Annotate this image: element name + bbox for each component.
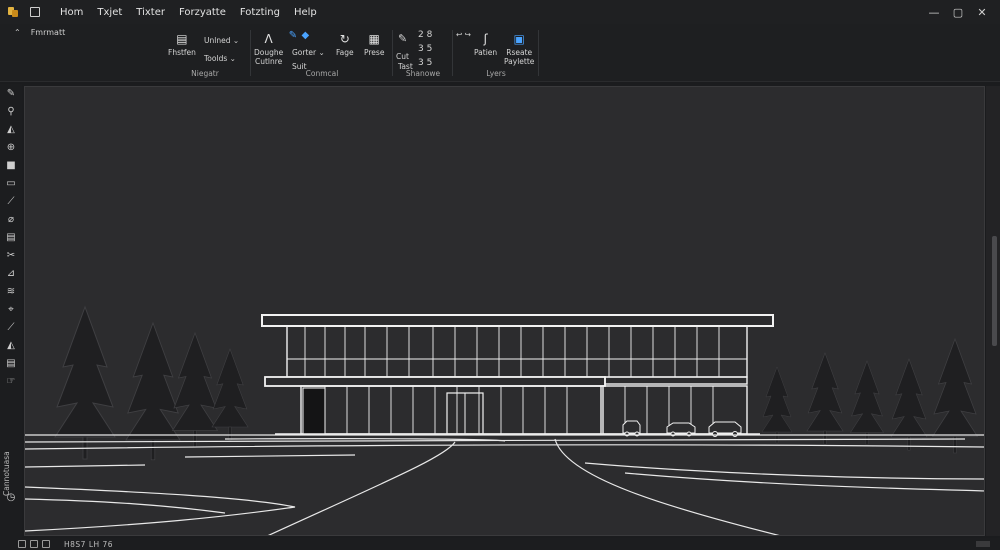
hook-icon: ʃ — [483, 32, 488, 46]
fill-icon: ◆ — [301, 29, 310, 41]
scissors-icon[interactable]: ✂ — [5, 250, 17, 262]
group-navigate-label: Niegatr — [191, 69, 219, 78]
patien-button[interactable]: ʃ Patien — [474, 32, 497, 57]
status-icons — [18, 540, 50, 548]
close-icon[interactable]: ✕ — [970, 6, 994, 19]
clipboard-icon: ▤ — [176, 32, 188, 46]
layers-icon[interactable]: ≋ — [5, 286, 17, 298]
status-right-controls — [976, 541, 990, 547]
eraser-icon[interactable]: ⌀ — [5, 214, 17, 226]
status-coordinates: H8S7 LH 76 — [64, 539, 114, 549]
prese-button[interactable]: ▦ Prese — [364, 32, 384, 57]
gorter-dropdown[interactable]: Gorter ⌄ — [292, 48, 325, 57]
stamp-icon[interactable]: ▤ — [5, 232, 17, 244]
layers-stack-icon: ▦ — [368, 32, 380, 46]
wand-icon[interactable]: ⟋ — [5, 322, 17, 334]
pen-tool-icon[interactable]: ✎ — [5, 88, 17, 100]
rectangle-tool-icon[interactable]: ■ — [5, 160, 17, 172]
building-sketch — [25, 306, 984, 535]
pencil-icon: ✎ — [398, 32, 408, 45]
frame-tool-icon[interactable]: ▭ — [5, 178, 17, 190]
cut-button[interactable]: Cut — [396, 52, 409, 61]
brush-tool-icon[interactable]: ⟋ — [5, 196, 17, 208]
pencil-tool[interactable]: ✎ — [398, 32, 407, 45]
pen-nib-icon: Λ — [264, 32, 273, 46]
brush-icon: ✎ — [288, 29, 298, 41]
vertical-scrollbar[interactable] — [986, 86, 1000, 536]
left-toolbar: ✎ ⚲ ◭ ⊕ ■ ▭ ⟋ ⌀ ▤ ✂ ⊿ ≋ ⌖ ⟋ ◭ ▤ ☞ Cannot… — [0, 84, 22, 540]
group-shadow-label: Shanowe — [405, 69, 441, 78]
tree-left-4 — [211, 348, 249, 441]
tree-right-5 — [932, 338, 978, 454]
status-bar: H8S7 LH 76 — [0, 538, 1000, 550]
group-control-label: Conmcal — [305, 69, 339, 78]
tree-left-3 — [172, 332, 218, 448]
ground-lines — [25, 434, 984, 535]
window-controls: — ▢ ✕ — [922, 0, 994, 24]
menu-home[interactable]: Hom — [60, 7, 83, 18]
tree-right-2 — [806, 352, 844, 445]
minimize-icon[interactable]: — — [922, 6, 946, 19]
smudge-icon[interactable]: ⌖ — [5, 304, 17, 316]
globe-icon[interactable]: ⊕ — [5, 142, 17, 154]
menu-forzyatte[interactable]: Forzyatte — [179, 7, 226, 18]
text-tool-icon[interactable]: ▤ — [5, 358, 17, 370]
collapse-icon[interactable]: ⌃ — [14, 28, 21, 37]
tree-right-4 — [890, 358, 928, 451]
shadow-value-top: 2 8 — [418, 30, 433, 40]
grid-icon[interactable] — [18, 540, 26, 548]
zoom-tool-icon[interactable]: ⚲ — [5, 106, 17, 118]
tree-left-2 — [125, 322, 181, 461]
app-logo-icon — [8, 6, 20, 18]
ribbon-tab-row: ⌃ Fmrmatt — [14, 28, 65, 37]
unlinked-dropdown[interactable]: Unlned ⌄ — [204, 36, 239, 45]
shadow-value-mid: 3 5 — [418, 44, 433, 54]
save-icon[interactable] — [30, 7, 40, 17]
menu-bar: Hom Txjet Tixter Forzyatte Fotzting Help — [60, 7, 331, 18]
tree-left-1 — [54, 306, 116, 460]
finished-button[interactable]: ▤ Fhstfen — [168, 32, 196, 57]
palette-grid-icon: ▣ — [513, 32, 525, 46]
eyedropper-icon[interactable]: ⊿ — [5, 268, 17, 280]
menu-fotzting[interactable]: Fotzting — [240, 7, 280, 18]
clock-icon[interactable]: ◷ — [5, 492, 17, 504]
zoom-slider[interactable] — [976, 541, 990, 547]
ribbon-separator — [538, 30, 539, 76]
drawing-canvas[interactable] — [24, 86, 985, 536]
group-control: Λ Doughe Cutlnre ✎ ◆ Gorter ⌄ Suit ↻ Fag… — [252, 26, 392, 80]
ribbon-separator — [392, 30, 393, 76]
relate-button[interactable]: ▣ Rseate Paylette — [504, 32, 534, 66]
double-button[interactable]: Λ Doughe Cutlnre — [254, 32, 283, 66]
ribbon-separator — [250, 30, 251, 76]
paint-bucket-icon[interactable]: ◭ — [5, 124, 17, 136]
shadow-value-bottom: 3 5 — [418, 58, 433, 68]
undo-redo[interactable]: ↩ ↪ — [456, 30, 471, 39]
ribbon: ⌃ Fmrmatt ▤ Fhstfen Unlned ⌄ Toolds ⌄ Ni… — [0, 24, 1000, 82]
group-navigate: ▤ Fhstfen Unlned ⌄ Toolds ⌄ Niegatr — [160, 26, 250, 80]
title-bar: Hom Txjet Tixter Forzyatte Fotzting Help… — [0, 0, 1000, 24]
toolds-dropdown[interactable]: Toolds ⌄ — [204, 54, 236, 63]
menu-insert[interactable]: Txjet — [97, 7, 122, 18]
tree-right-1 — [761, 366, 793, 444]
maximize-icon[interactable]: ▢ — [946, 6, 970, 19]
building — [261, 314, 774, 435]
menu-tixter[interactable]: Tixter — [136, 7, 165, 18]
lasso-icon: ↻ — [339, 32, 350, 46]
group-lyers: ↩ ↪ ʃ Patien ▣ Rseate Paylette Lyers — [454, 26, 538, 80]
ribbon-tab-label[interactable]: Fmrmatt — [31, 28, 66, 37]
group-shadow: ✎ 2 8 3 5 3 5 Cut Tast Shanowe — [394, 26, 452, 80]
brush-tools[interactable]: ✎ ◆ — [288, 30, 310, 42]
ortho-icon[interactable] — [42, 540, 50, 548]
scrollbar-thumb[interactable] — [992, 236, 997, 346]
snap-icon[interactable] — [30, 540, 38, 548]
fage-button[interactable]: ↻ Fage — [336, 32, 354, 57]
menu-help[interactable]: Help — [294, 7, 317, 18]
tree-right-3 — [850, 360, 884, 445]
bucket-fill-icon[interactable]: ◭ — [5, 340, 17, 352]
hand-tool-icon[interactable]: ☞ — [5, 376, 17, 388]
group-lyers-label: Lyers — [486, 69, 506, 78]
ribbon-separator — [452, 30, 453, 76]
